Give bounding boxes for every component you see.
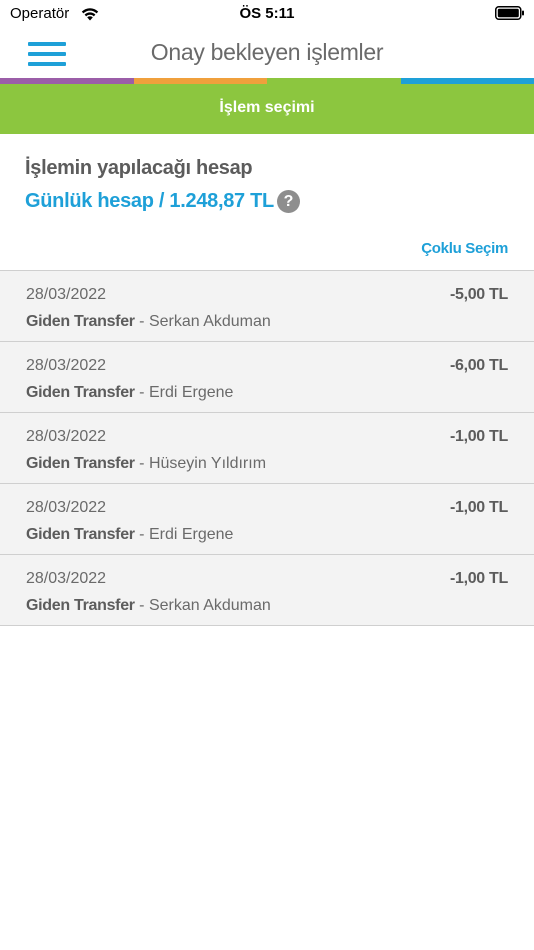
transaction-amount: -1,00 TL xyxy=(449,570,508,587)
transaction-type: Giden Transfer xyxy=(26,313,135,330)
transaction-separator: - xyxy=(134,597,149,614)
transaction-description: Giden Transfer - Erdi Ergene xyxy=(26,526,233,544)
status-bar: Operatör ÖS 5:11 xyxy=(0,0,534,30)
transaction-row[interactable]: 28/03/2022 -1,00 TL Giden Transfer - Ser… xyxy=(0,555,534,626)
battery-icon xyxy=(495,6,524,20)
transaction-description: Giden Transfer - Serkan Akduman xyxy=(26,313,271,331)
transaction-date: 28/03/2022 xyxy=(26,570,107,587)
account-section: İşlemin yapılacağı hesap Günlük hesap / … xyxy=(0,134,534,271)
multi-select-button[interactable]: Çoklu Seçim xyxy=(421,240,508,257)
status-time: ÖS 5:11 xyxy=(239,5,295,22)
transaction-type: Giden Transfer xyxy=(26,526,135,543)
transaction-separator: - xyxy=(134,384,149,401)
transaction-row[interactable]: 28/03/2022 -1,00 TL Giden Transfer - Erd… xyxy=(0,484,534,555)
transaction-description: Giden Transfer - Hüseyin Yıldırım xyxy=(26,455,266,473)
transaction-separator: - xyxy=(134,526,149,543)
transaction-amount: -5,00 TL xyxy=(449,286,508,303)
transaction-description: Giden Transfer - Serkan Akduman xyxy=(26,597,271,615)
account-selector[interactable]: Günlük hesap / 1.248,87 TL xyxy=(25,190,274,213)
transaction-amount: -6,00 TL xyxy=(449,357,508,374)
transaction-recipient: Erdi Ergene xyxy=(148,526,234,543)
transaction-date: 28/03/2022 xyxy=(26,428,107,445)
account-heading: İşlemin yapılacağı hesap xyxy=(25,157,253,179)
transaction-type: Giden Transfer xyxy=(26,384,135,401)
transaction-selection-tab[interactable]: İşlem seçimi xyxy=(0,99,534,117)
transaction-description: Giden Transfer - Erdi Ergene xyxy=(26,384,233,402)
transaction-date: 28/03/2022 xyxy=(26,286,107,303)
help-icon[interactable]: ? xyxy=(277,190,300,213)
transaction-type: Giden Transfer xyxy=(26,455,135,472)
transaction-recipient: Serkan Akduman xyxy=(148,313,271,330)
transaction-separator: - xyxy=(134,313,149,330)
transaction-separator: - xyxy=(134,455,149,472)
transaction-amount: -1,00 TL xyxy=(449,499,508,516)
transaction-amount: -1,00 TL xyxy=(449,428,508,445)
transaction-row[interactable]: 28/03/2022 -6,00 TL Giden Transfer - Erd… xyxy=(0,342,534,413)
transaction-recipient: Erdi Ergene xyxy=(148,384,234,401)
transaction-type: Giden Transfer xyxy=(26,597,135,614)
transaction-date: 28/03/2022 xyxy=(26,499,107,516)
transaction-date: 28/03/2022 xyxy=(26,357,107,374)
transaction-selection-bar: İşlem seçimi xyxy=(0,84,534,134)
transaction-recipient: Serkan Akduman xyxy=(148,597,271,614)
transaction-row[interactable]: 28/03/2022 -1,00 TL Giden Transfer - Hüs… xyxy=(0,413,534,484)
app-header: Onay bekleyen işlemler xyxy=(0,30,534,78)
transaction-list: 28/03/2022 -5,00 TL Giden Transfer - Ser… xyxy=(0,270,534,626)
transaction-recipient: Hüseyin Yıldırım xyxy=(148,455,267,472)
transaction-row[interactable]: 28/03/2022 -5,00 TL Giden Transfer - Ser… xyxy=(0,271,534,342)
page-title: Onay bekleyen işlemler xyxy=(150,39,384,65)
